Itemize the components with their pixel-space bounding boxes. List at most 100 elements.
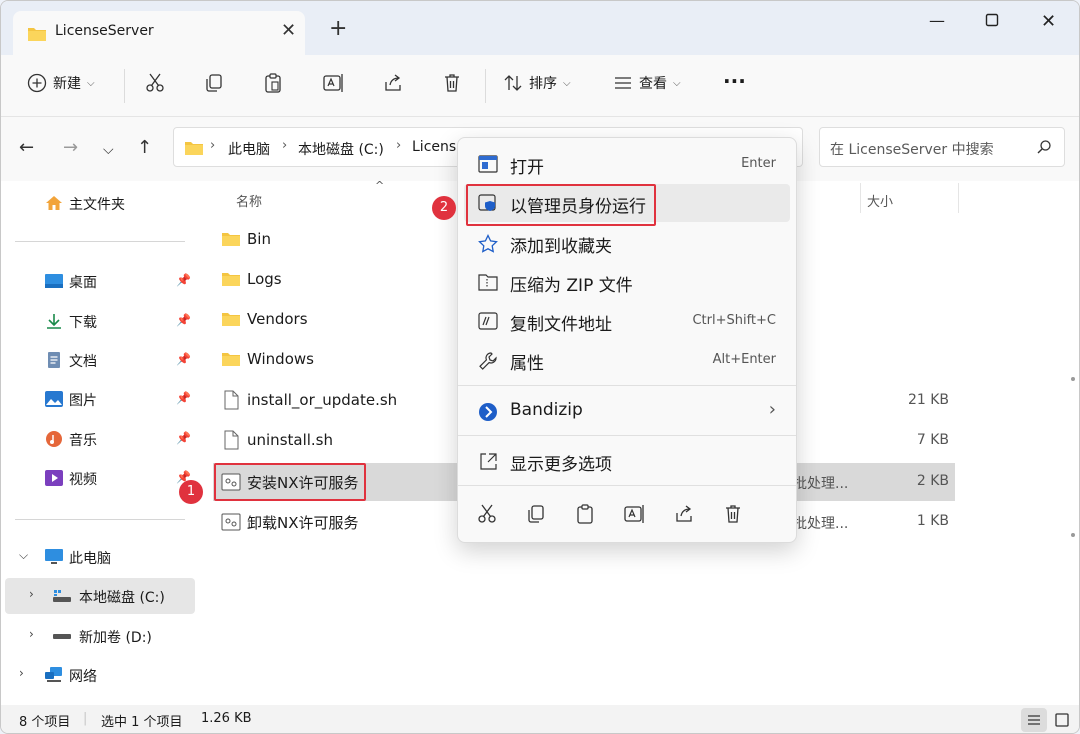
- cut-button[interactable]: [145, 73, 165, 93]
- sidebar-item-label: 新加卷 (D:): [79, 630, 152, 646]
- sidebar-item-documents[interactable]: 文档 📌: [1, 342, 195, 378]
- maximize-button[interactable]: [985, 13, 999, 27]
- pin-icon: 📌: [176, 391, 191, 405]
- sidebar-item-home[interactable]: 主文件夹: [1, 185, 195, 221]
- search-input[interactable]: 在 LicenseServer 中搜索: [819, 127, 1065, 167]
- file-icon: [224, 430, 239, 450]
- menu-item-add-favorite[interactable]: 添加到收藏夹: [464, 224, 790, 262]
- rename-icon[interactable]: [624, 504, 646, 524]
- back-button[interactable]: ←: [19, 139, 34, 157]
- explorer-window: LicenseServer ✕ + — ✕ 新建 ⌵ 排序 ⌵ 查看 ⌵ ···…: [0, 0, 1080, 734]
- chevron-right-icon: ›: [19, 666, 24, 680]
- sidebar-item-drive-d[interactable]: › 新加卷 (D:): [1, 618, 195, 654]
- sidebar-item-pictures[interactable]: 图片 📌: [1, 381, 195, 417]
- sidebar-item-drive-c[interactable]: › 本地磁盘 (C:): [5, 578, 195, 614]
- column-header-name[interactable]: 名称: [236, 191, 262, 210]
- view-label: 查看: [639, 76, 667, 92]
- scrollbar-thumb[interactable]: [1071, 377, 1075, 381]
- toolbar-divider: [124, 69, 125, 103]
- file-size: 21 KB: [907, 392, 949, 408]
- menu-item-label: 压缩为 ZIP 文件: [510, 276, 633, 296]
- recent-locations-button[interactable]: ⌵: [103, 141, 114, 159]
- clipboard-icon[interactable]: [575, 504, 595, 524]
- ellipsis-icon: ···: [723, 69, 746, 93]
- forward-button[interactable]: →: [63, 139, 78, 157]
- scrollbar-thumb[interactable]: [1071, 533, 1075, 537]
- rename-button[interactable]: [323, 73, 345, 93]
- chevron-right-icon: ›: [29, 587, 34, 601]
- column-separator[interactable]: [860, 183, 861, 213]
- file-name: uninstall.sh: [247, 431, 334, 449]
- scissors-icon[interactable]: [477, 504, 497, 524]
- sort-button[interactable]: 排序 ⌵: [503, 73, 571, 93]
- step-badge-2: 2: [432, 196, 456, 220]
- breadcrumb-drive-c[interactable]: 本地磁盘 (C:): [298, 139, 384, 159]
- menu-item-bandizip[interactable]: Bandizip ›: [464, 392, 790, 430]
- share-button[interactable]: [383, 73, 403, 93]
- menu-item-shortcut: Alt+Enter: [712, 352, 776, 367]
- file-name: Logs: [247, 270, 282, 288]
- sidebar-item-desktop[interactable]: 桌面 📌: [1, 263, 195, 299]
- chevron-down-icon: ⌵: [563, 77, 571, 89]
- file-type: 批处理...: [793, 516, 849, 532]
- status-bar: 8 个项目 | 选中 1 个项目 1.26 KB: [1, 705, 1079, 733]
- command-bar: 新建 ⌵ 排序 ⌵ 查看 ⌵ ···: [1, 55, 1079, 117]
- trash-icon[interactable]: [723, 504, 743, 524]
- status-divider: |: [83, 711, 88, 726]
- trash-icon: [445, 74, 459, 92]
- breadcrumb-licenseserver[interactable]: Licens: [412, 139, 456, 155]
- step-badge-1: 1: [179, 480, 203, 504]
- file-name: Windows: [247, 350, 314, 368]
- close-tab-icon[interactable]: ✕: [281, 20, 296, 41]
- document-icon: [48, 352, 60, 368]
- close-window-button[interactable]: ✕: [1041, 11, 1056, 32]
- music-icon: [46, 431, 62, 447]
- share-icon[interactable]: [674, 504, 694, 524]
- tab-licenseserver[interactable]: LicenseServer ✕: [13, 11, 305, 55]
- delete-button[interactable]: [442, 73, 462, 93]
- column-header-size[interactable]: 大小: [867, 191, 893, 210]
- breadcrumb-thispc[interactable]: 此电脑: [228, 139, 270, 159]
- rename-icon: [323, 74, 343, 92]
- download-icon: [47, 314, 61, 329]
- sidebar-item-label: 桌面: [69, 275, 97, 291]
- menu-item-copy-path[interactable]: 复制文件地址 Ctrl+Shift+C: [464, 302, 790, 340]
- view-button[interactable]: 查看 ⌵: [613, 73, 681, 93]
- menu-item-label: 打开: [510, 158, 544, 178]
- menu-item-open[interactable]: 打开 Enter: [464, 145, 790, 183]
- paste-button[interactable]: [263, 73, 283, 93]
- tiles-view-icon: [1055, 713, 1069, 727]
- up-button[interactable]: ↑: [137, 139, 152, 157]
- copy-icon[interactable]: [526, 504, 546, 524]
- new-button[interactable]: 新建 ⌵: [27, 73, 95, 93]
- new-tab-button[interactable]: +: [329, 18, 347, 40]
- sidebar-item-thispc[interactable]: ⌵ 此电脑: [1, 539, 195, 575]
- list-view-icon: [615, 77, 631, 89]
- menu-item-show-more-options[interactable]: 显示更多选项: [464, 442, 790, 480]
- file-name: install_or_update.sh: [247, 391, 398, 409]
- sidebar-item-music[interactable]: 音乐 📌: [1, 421, 195, 457]
- copy-button[interactable]: [204, 73, 224, 93]
- open-window-icon: [478, 155, 498, 173]
- folder-icon: [28, 28, 46, 41]
- sidebar-item-network[interactable]: › 网络: [1, 657, 195, 693]
- menu-item-compress-zip[interactable]: 压缩为 ZIP 文件: [464, 263, 790, 301]
- menu-item-label: Bandizip: [510, 400, 583, 420]
- clipboard-icon: [265, 73, 281, 93]
- sidebar-item-downloads[interactable]: 下载 📌: [1, 303, 195, 339]
- sidebar-item-videos[interactable]: 视频 📌: [1, 460, 195, 496]
- sidebar-divider: [15, 241, 185, 242]
- menu-separator: [458, 385, 796, 386]
- file-size: 7 KB: [916, 432, 949, 448]
- chevron-down-icon: ⌵: [19, 548, 29, 562]
- sort-icon: [504, 75, 522, 91]
- menu-item-properties[interactable]: 属性 Alt+Enter: [464, 341, 790, 379]
- picture-icon: [45, 391, 63, 407]
- tiles-view-button[interactable]: [1049, 708, 1075, 732]
- details-view-button[interactable]: [1021, 708, 1047, 732]
- title-bar: LicenseServer ✕ + — ✕: [1, 1, 1079, 55]
- sidebar-item-label: 视频: [69, 472, 97, 488]
- more-options-button[interactable]: ···: [723, 69, 746, 93]
- column-separator[interactable]: [958, 183, 959, 213]
- minimize-button[interactable]: —: [929, 11, 945, 30]
